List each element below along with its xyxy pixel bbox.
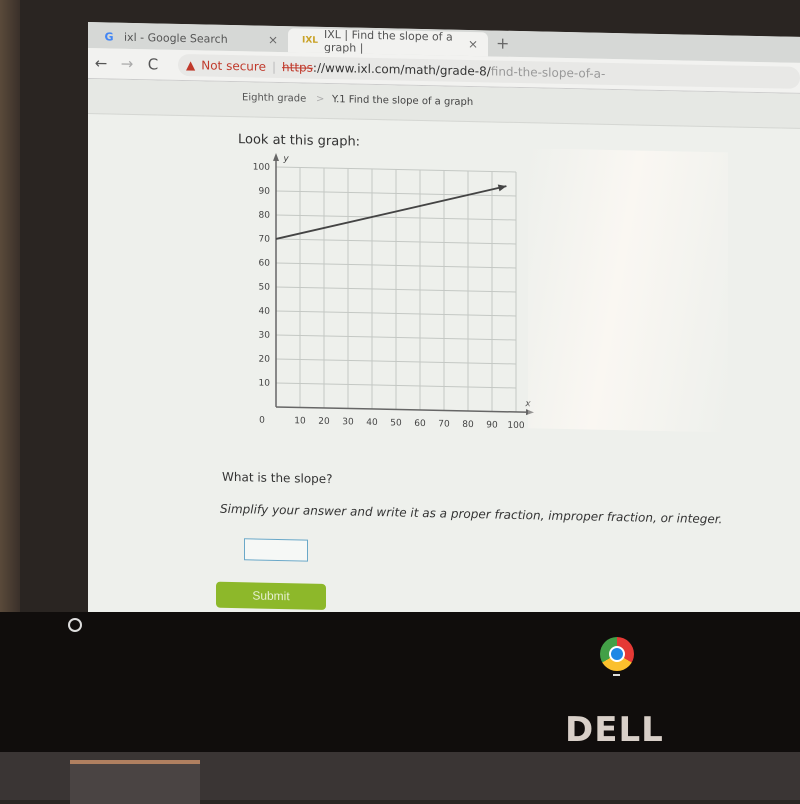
x-tick-label: 80 <box>462 420 474 430</box>
url-text-faded: find-the-slope-of-a- <box>490 64 606 81</box>
dell-logo: DELL <box>565 710 664 750</box>
y-tick-label: 80 <box>259 211 271 221</box>
submit-button[interactable]: Submit <box>216 581 326 610</box>
series-line <box>275 185 507 240</box>
close-icon[interactable]: × <box>468 37 478 51</box>
breadcrumb-separator: > <box>316 93 325 105</box>
axes <box>273 152 534 416</box>
back-button[interactable]: ← <box>88 54 114 73</box>
url-text: ://www.ixl.com/math/grade-8/ <box>312 60 491 79</box>
x-axis-arrow <box>526 409 534 416</box>
ixl-page: Eighth grade > Y.1 Find the slope of a g… <box>88 79 800 627</box>
x-tick-label: 30 <box>342 417 354 427</box>
launcher-circle-icon[interactable] <box>68 618 82 632</box>
breadcrumb-grade[interactable]: Eighth grade <box>242 92 306 104</box>
running-indicator <box>613 674 620 676</box>
tab-label: ixl - Google Search <box>124 30 228 46</box>
chrome-icon[interactable] <box>600 637 634 671</box>
instructions-text: Simplify your answer and write it as a p… <box>220 501 723 527</box>
new-tab-button[interactable]: + <box>496 34 509 53</box>
y-tick-label: 40 <box>259 307 271 317</box>
y-tick-label: 90 <box>259 187 271 197</box>
answer-input[interactable] <box>244 538 308 562</box>
x-axis-label: x <box>524 399 531 409</box>
security-status[interactable]: Not secure <box>201 58 266 73</box>
divider: | <box>271 59 277 74</box>
google-g-icon: G <box>104 29 114 44</box>
x-tick-label: 100 <box>507 421 524 431</box>
laptop-hinge-part <box>70 760 200 804</box>
screen: G ixl - Google Search × IXL IXL | Find t… <box>88 22 800 627</box>
x-tick-label: 60 <box>414 419 426 429</box>
x-tick-label: 20 <box>318 417 330 427</box>
y-tick-label: 10 <box>259 379 271 389</box>
origin-label: 0 <box>259 416 265 426</box>
laptop-bottom-bezel <box>0 612 800 752</box>
y-axis-arrow <box>273 152 279 162</box>
x-tick-label: 50 <box>390 418 402 428</box>
y-tick-label: 50 <box>259 283 271 293</box>
series <box>275 184 507 240</box>
x-tick-label: 40 <box>366 418 378 428</box>
question-prompt: Look at this graph: <box>238 132 361 150</box>
y-tick-label: 60 <box>259 259 271 269</box>
breadcrumb-skill: Y.1 Find the slope of a graph <box>332 94 474 109</box>
forward-button[interactable]: → <box>114 55 140 74</box>
y-axis-label: y <box>282 154 289 164</box>
url-scheme: https <box>282 60 313 75</box>
screen-glare <box>528 148 728 433</box>
y-tick-label: 20 <box>259 355 271 365</box>
ixl-icon: IXL <box>302 35 319 46</box>
question-text: What is the slope? <box>222 469 333 487</box>
y-tick-label: 30 <box>259 331 271 341</box>
x-tick-label: 70 <box>438 419 450 429</box>
x-tick-label: 90 <box>486 420 498 430</box>
x-tick-label: 10 <box>294 416 306 426</box>
y-tick-label: 70 <box>259 235 271 245</box>
y-tick-label: 100 <box>253 162 270 172</box>
reload-button[interactable]: C <box>140 55 166 74</box>
warning-icon[interactable]: ▲ <box>186 58 195 72</box>
close-icon[interactable]: × <box>268 33 278 47</box>
slope-graph: 10 20 30 40 50 60 70 80 90 100 10 20 30 40 50 60 70 80 90 1… <box>253 152 534 431</box>
grid <box>276 166 517 412</box>
